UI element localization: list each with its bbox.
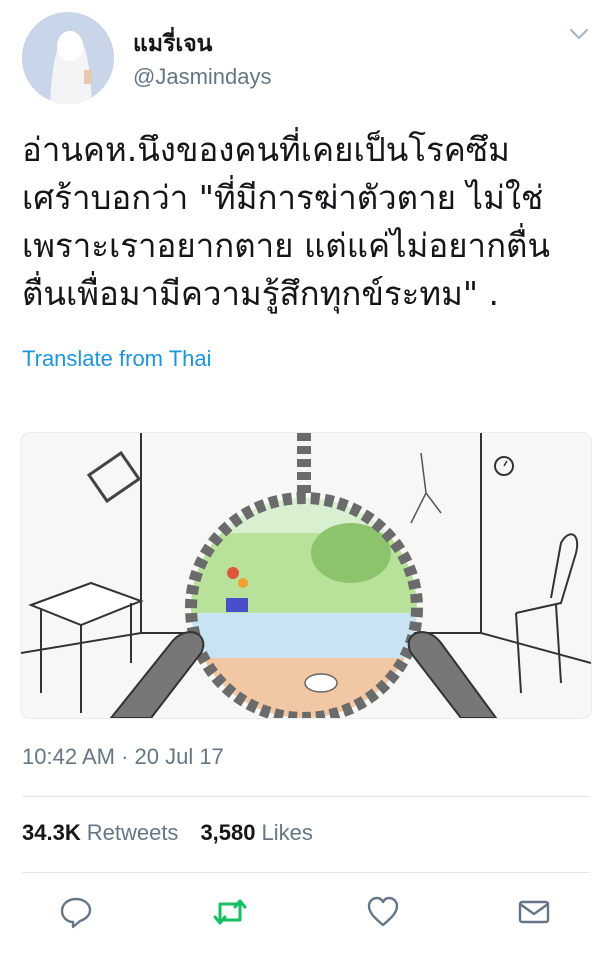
avatar[interactable]	[22, 12, 114, 104]
likes-stat[interactable]: 3,580 Likes	[200, 820, 312, 845]
tweet-header: แมรี่เจน @Jasmindays	[0, 0, 610, 110]
likes-label: Likes	[261, 820, 313, 845]
retweets-stat[interactable]: 34.3K Retweets	[22, 820, 178, 845]
reply-icon[interactable]	[58, 894, 94, 930]
chevron-down-icon[interactable]	[566, 24, 592, 44]
retweets-count: 34.3K	[22, 820, 81, 845]
divider	[22, 796, 590, 797]
tweet-image[interactable]	[20, 432, 592, 719]
display-name[interactable]: แมรี่เจน	[133, 26, 212, 62]
tweet-stats: 34.3K Retweets 3,580 Likes	[22, 820, 313, 846]
divider	[22, 872, 590, 873]
tweet-timestamp[interactable]: 10:42 AM · 20 Jul 17	[22, 744, 224, 770]
message-icon[interactable]	[516, 894, 552, 930]
tweet-text: อ่านคห.นึงของคนที่เคยเป็นโรคซึม เศร้าบอก…	[22, 130, 551, 313]
like-icon[interactable]	[365, 894, 401, 930]
retweet-icon[interactable]	[212, 894, 248, 930]
user-handle[interactable]: @Jasmindays	[133, 64, 272, 90]
tweet-actions	[0, 882, 610, 942]
translate-link[interactable]: Translate from Thai	[22, 346, 212, 372]
retweets-label: Retweets	[86, 820, 179, 845]
likes-count: 3,580	[200, 820, 256, 845]
